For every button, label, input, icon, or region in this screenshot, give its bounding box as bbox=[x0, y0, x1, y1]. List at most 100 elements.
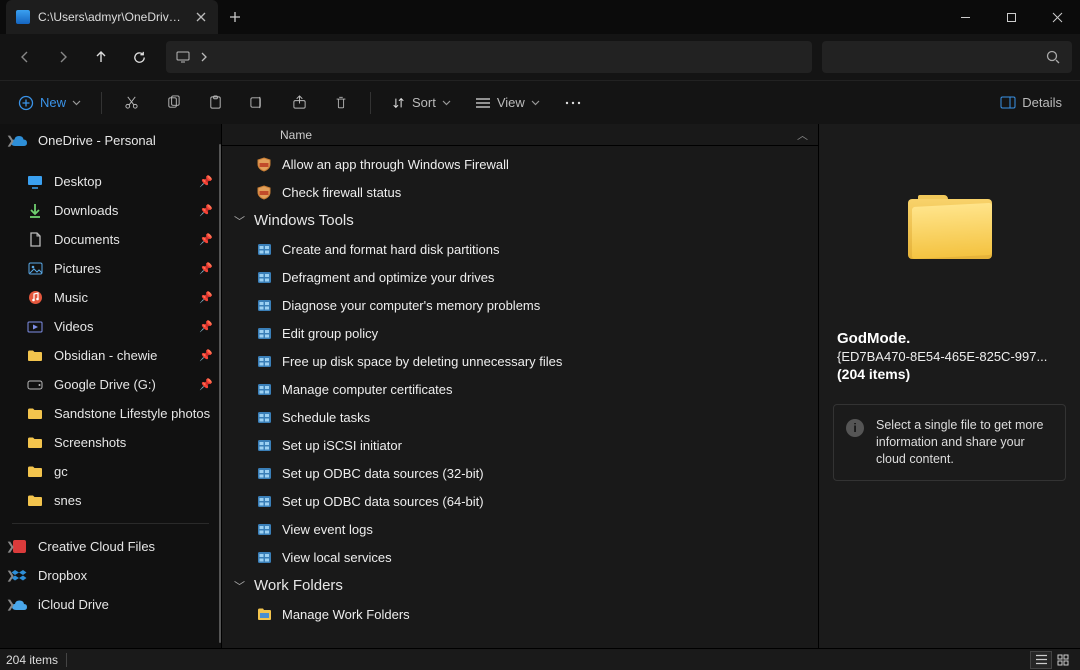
details-title: GodMode. bbox=[819, 324, 1080, 349]
content-pane: Name ︿ Allow an app through Windows Fire… bbox=[222, 124, 818, 648]
list-item-label: Diagnose your computer's memory problems bbox=[282, 298, 540, 313]
control-panel-icon bbox=[256, 381, 272, 397]
close-tab-icon[interactable] bbox=[194, 10, 208, 24]
group-header[interactable]: ﹀Work Folders bbox=[222, 571, 818, 600]
chevron-right-icon[interactable]: ❯ bbox=[6, 569, 18, 582]
music-icon bbox=[26, 289, 44, 307]
maximize-button[interactable] bbox=[988, 0, 1034, 34]
command-bar: New Sort View Details bbox=[0, 80, 1080, 124]
close-window-button[interactable] bbox=[1034, 0, 1080, 34]
list-item[interactable]: Set up iSCSI initiator bbox=[222, 431, 818, 459]
control-panel-icon bbox=[256, 521, 272, 537]
sidebar-item[interactable]: ❯Creative Cloud Files bbox=[0, 532, 221, 561]
chevron-right-icon[interactable] bbox=[200, 52, 207, 62]
sidebar-item[interactable]: Pictures📌 bbox=[0, 254, 221, 283]
sort-button[interactable]: Sort bbox=[381, 87, 461, 119]
chevron-down-icon[interactable]: ﹀ bbox=[234, 578, 246, 594]
sidebar-item-onedrive[interactable]: ❯ OneDrive - Personal bbox=[0, 126, 221, 155]
list-item-label: View event logs bbox=[282, 522, 373, 537]
paste-button[interactable] bbox=[196, 87, 234, 119]
pin-icon[interactable]: 📌 bbox=[199, 262, 213, 276]
chevron-right-icon[interactable]: ❯ bbox=[6, 540, 18, 553]
new-tab-button[interactable] bbox=[218, 0, 252, 34]
list-item-label: Edit group policy bbox=[282, 326, 378, 341]
chevron-up-icon[interactable]: ︿ bbox=[797, 127, 808, 143]
folder-icon bbox=[26, 347, 44, 365]
pin-icon[interactable]: 📌 bbox=[199, 204, 213, 218]
list-item[interactable]: View local services bbox=[222, 543, 818, 571]
forward-button[interactable] bbox=[46, 40, 80, 74]
list-item-label: Check firewall status bbox=[282, 185, 401, 200]
details-view-button[interactable] bbox=[1030, 651, 1052, 669]
chevron-down-icon bbox=[442, 100, 451, 106]
rename-button[interactable] bbox=[238, 87, 276, 119]
column-header-name[interactable]: Name ︿ bbox=[222, 124, 818, 146]
chevron-right-icon[interactable]: ❯ bbox=[6, 134, 18, 147]
list-item-label: Allow an app through Windows Firewall bbox=[282, 157, 509, 172]
breadcrumb-bar[interactable] bbox=[166, 41, 812, 73]
back-button[interactable] bbox=[8, 40, 42, 74]
sidebar-item[interactable]: Screenshots bbox=[0, 428, 221, 457]
file-list[interactable]: Allow an app through Windows Firewall Che… bbox=[222, 146, 818, 648]
videos-icon bbox=[26, 318, 44, 336]
list-item[interactable]: View event logs bbox=[222, 515, 818, 543]
list-item[interactable]: Create and format hard disk partitions bbox=[222, 235, 818, 263]
pictures-icon bbox=[26, 260, 44, 278]
sidebar-item[interactable]: snes bbox=[0, 486, 221, 515]
pin-icon[interactable]: 📌 bbox=[199, 320, 213, 334]
list-item[interactable]: Set up ODBC data sources (32-bit) bbox=[222, 459, 818, 487]
view-button[interactable]: View bbox=[465, 87, 550, 119]
details-pane-button[interactable]: Details bbox=[990, 87, 1072, 119]
sidebar-item[interactable]: Desktop📌 bbox=[0, 167, 221, 196]
pin-icon[interactable]: 📌 bbox=[199, 233, 213, 247]
refresh-button[interactable] bbox=[122, 40, 156, 74]
minimize-button[interactable] bbox=[942, 0, 988, 34]
desktop-icon bbox=[26, 173, 44, 191]
sidebar-item-label: Obsidian - chewie bbox=[54, 348, 157, 363]
list-item[interactable]: Check firewall status bbox=[222, 178, 818, 206]
list-item[interactable]: Manage computer certificates bbox=[222, 375, 818, 403]
ellipsis-icon bbox=[565, 101, 581, 105]
list-item[interactable]: Set up ODBC data sources (64-bit) bbox=[222, 487, 818, 515]
sidebar-item[interactable]: Documents📌 bbox=[0, 225, 221, 254]
chevron-down-icon[interactable]: ﹀ bbox=[234, 213, 246, 229]
group-header[interactable]: ﹀Windows Tools bbox=[222, 206, 818, 235]
more-button[interactable] bbox=[554, 87, 592, 119]
sidebar-item[interactable]: Google Drive (G:)📌 bbox=[0, 370, 221, 399]
list-item[interactable]: Edit group policy bbox=[222, 319, 818, 347]
navigation-pane[interactable]: ❯ OneDrive - Personal Desktop📌Downloads📌… bbox=[0, 124, 222, 648]
search-input[interactable] bbox=[822, 41, 1072, 73]
sidebar-item[interactable]: gc bbox=[0, 457, 221, 486]
sidebar-item[interactable]: Obsidian - chewie 📌 bbox=[0, 341, 221, 370]
copy-button[interactable] bbox=[154, 87, 192, 119]
list-item[interactable]: Allow an app through Windows Firewall bbox=[222, 150, 818, 178]
list-item[interactable]: Free up disk space by deleting unnecessa… bbox=[222, 347, 818, 375]
sidebar-item[interactable]: Downloads📌 bbox=[0, 196, 221, 225]
list-item[interactable]: Diagnose your computer's memory problems bbox=[222, 291, 818, 319]
thumbnails-view-button[interactable] bbox=[1052, 651, 1074, 669]
sidebar-item[interactable]: ❯Dropbox bbox=[0, 561, 221, 590]
sort-label: Sort bbox=[412, 95, 436, 110]
new-button[interactable]: New bbox=[8, 87, 91, 119]
sidebar-item[interactable]: ❯iCloud Drive bbox=[0, 590, 221, 619]
window-tab[interactable]: C:\Users\admyr\OneDrive\Des bbox=[6, 0, 218, 34]
cut-button[interactable] bbox=[112, 87, 150, 119]
status-item-count: 204 items bbox=[6, 653, 58, 667]
pin-icon[interactable]: 📌 bbox=[199, 349, 213, 363]
copy-icon bbox=[166, 95, 181, 110]
pin-icon[interactable]: 📌 bbox=[199, 291, 213, 305]
list-item[interactable]: Schedule tasks bbox=[222, 403, 818, 431]
details-pane: GodMode. {ED7BA470-8E54-465E-825C-997...… bbox=[818, 124, 1080, 648]
pin-icon[interactable]: 📌 bbox=[199, 378, 213, 392]
list-item[interactable]: Manage Work Folders bbox=[222, 600, 818, 628]
list-item[interactable]: Defragment and optimize your drives bbox=[222, 263, 818, 291]
share-button[interactable] bbox=[280, 87, 318, 119]
sidebar-item[interactable]: Videos📌 bbox=[0, 312, 221, 341]
pin-icon[interactable]: 📌 bbox=[199, 175, 213, 189]
sidebar-item[interactable]: Sandstone Lifestyle photos bbox=[0, 399, 221, 428]
sidebar-item[interactable]: Music📌 bbox=[0, 283, 221, 312]
chevron-right-icon[interactable]: ❯ bbox=[6, 598, 18, 611]
delete-button[interactable] bbox=[322, 87, 360, 119]
shield-icon bbox=[256, 156, 272, 172]
up-button[interactable] bbox=[84, 40, 118, 74]
